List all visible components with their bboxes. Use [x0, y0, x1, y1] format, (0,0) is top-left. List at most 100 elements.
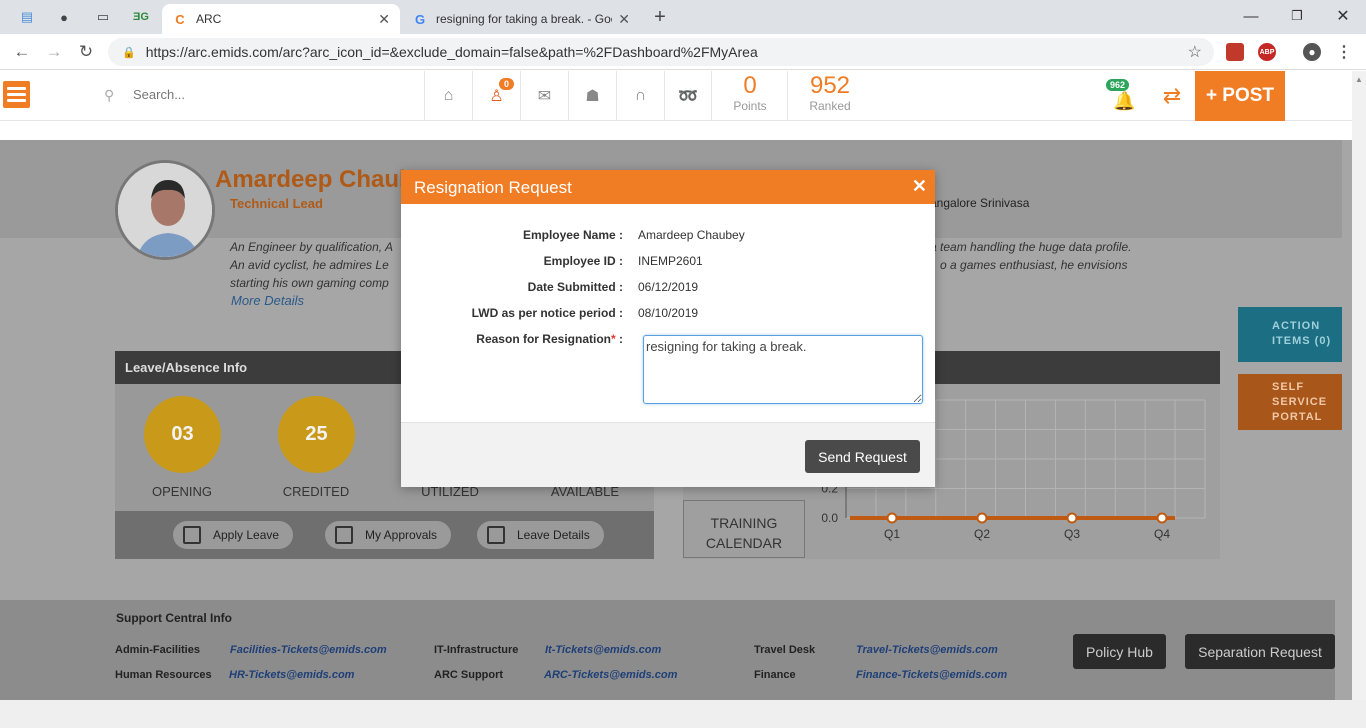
restore-icon[interactable]: ❐: [1274, 4, 1320, 28]
arc-link[interactable]: ARC-Tickets@emids.com: [544, 669, 677, 681]
leave-details-button[interactable]: Leave Details: [477, 521, 604, 549]
reason-colon: :: [615, 332, 623, 346]
ranked-value: 952: [809, 72, 851, 99]
team-icon[interactable]: ☗: [568, 71, 616, 121]
training-calendar-button[interactable]: TRAINING CALENDAR: [683, 500, 805, 558]
notifications-user-icon[interactable]: ♙ 0: [472, 71, 520, 121]
home-icon[interactable]: ⌂: [424, 71, 472, 121]
admin-facilities-link[interactable]: Facilities-Tickets@emids.com: [230, 644, 387, 656]
more-details-link[interactable]: More Details: [231, 293, 304, 308]
action-items-line2: ITEMS (0): [1272, 335, 1332, 347]
date-submitted-label: Date Submitted :: [527, 280, 623, 294]
url-text: https://arc.emids.com/arc?arc_icon_id=&e…: [145, 44, 758, 60]
bell-icon: 🔔: [1113, 91, 1136, 111]
manager-name: angalore Srinivasa: [930, 196, 1030, 210]
calendar-icon: [335, 526, 353, 544]
finance-label: Finance: [754, 669, 796, 681]
training-line2: CALENDAR: [705, 535, 783, 551]
browser-tab-strip: ▤ ● ▭ ƎG C ARC ✕ G resigning for taking …: [0, 0, 1366, 34]
ranked-label: Ranked: [809, 99, 851, 113]
apply-leave-button[interactable]: Apply Leave: [173, 521, 294, 549]
opening-label: OPENING: [152, 484, 212, 499]
data-point: [1066, 512, 1078, 524]
travel-link[interactable]: Travel-Tickets@emids.com: [856, 644, 998, 656]
browser-toolbar: ← → ↻ 🔒 https://arc.emids.com/arc?arc_ic…: [0, 34, 1366, 70]
avatar: [115, 160, 215, 260]
bookmark-star-icon[interactable]: ☆: [1188, 42, 1202, 62]
bell-notifications[interactable]: 🔔 962: [1104, 79, 1140, 115]
tab-title: resigning for taking a break. - Goo: [436, 12, 612, 26]
employee-id-value: INEMP2601: [638, 254, 703, 268]
points-stat[interactable]: 0 Points: [720, 72, 780, 114]
finance-link[interactable]: Finance-Tickets@emids.com: [856, 669, 1007, 681]
scroll-up-arrow-icon[interactable]: ▲: [1355, 75, 1363, 84]
training-line1: TRAINING: [710, 515, 778, 531]
apply-leave-label: Apply Leave: [213, 528, 280, 542]
ranked-stat[interactable]: 952 Ranked: [795, 72, 865, 114]
opening-circle: 03: [144, 396, 221, 473]
tab-close-icon[interactable]: ✕: [378, 11, 390, 28]
it-link[interactable]: It-Tickets@emids.com: [545, 644, 661, 656]
search-icon: ⚲: [104, 87, 115, 103]
adblock-extension-icon[interactable]: ABP: [1258, 43, 1276, 61]
scrollbar[interactable]: ▲: [1352, 71, 1366, 700]
action-items-line1: ACTION: [1272, 320, 1321, 332]
pinned-tab-gg-icon[interactable]: ƎG: [130, 6, 152, 28]
post-button[interactable]: + POST: [1195, 71, 1285, 121]
address-bar[interactable]: 🔒 https://arc.emids.com/arc?arc_icon_id=…: [108, 38, 1214, 66]
modal-title: Resignation Request: [414, 178, 572, 197]
x-tick-label: Q2: [974, 527, 990, 541]
calendar-icon: [183, 526, 201, 544]
reason-label-text: Reason for Resignation: [476, 332, 611, 346]
browser-menu-icon[interactable]: ⋮: [1335, 43, 1353, 61]
send-request-button[interactable]: Send Request: [805, 440, 920, 473]
google-favicon-icon: G: [414, 11, 426, 27]
x-tick-label: Q1: [884, 527, 900, 541]
modal-header: Resignation Request ✕: [401, 170, 935, 204]
new-tab-button[interactable]: +: [649, 6, 671, 28]
credited-circle: 25: [278, 396, 355, 473]
profile-avatar-icon[interactable]: ●: [1303, 43, 1321, 61]
employee-name-value: Amardeep Chaubey: [638, 228, 745, 242]
forward-icon[interactable]: →: [42, 41, 66, 63]
app-header: ⚲ Search... ⌂ ♙ 0 ✉ ☗ ∩ ➿ 0 Points 952 Ra…: [0, 71, 1352, 121]
data-point: [886, 512, 898, 524]
tab-arc[interactable]: C ARC ✕: [162, 4, 400, 34]
feed-icon[interactable]: ➿: [664, 71, 712, 121]
page-bottom-strip: [0, 700, 1366, 728]
separation-request-button[interactable]: Separation Request: [1185, 634, 1335, 669]
credited-label: CREDITED: [282, 484, 350, 499]
pinned-tab-terminal-icon[interactable]: ▭: [92, 6, 114, 28]
reload-icon[interactable]: ↻: [74, 41, 98, 63]
pinned-tab-stack-icon[interactable]: ▤: [16, 6, 38, 28]
pinned-tab-github-icon[interactable]: ●: [53, 6, 75, 28]
action-items-tab[interactable]: ACTION ITEMS (0): [1238, 307, 1342, 362]
policy-hub-button[interactable]: Policy Hub: [1073, 634, 1166, 669]
hr-link[interactable]: HR-Tickets@emids.com: [229, 669, 354, 681]
data-point: [976, 512, 988, 524]
modal-close-icon[interactable]: ✕: [912, 176, 927, 197]
tab-google[interactable]: G resigning for taking a break. - Goo ✕: [402, 4, 640, 34]
support-headset-icon[interactable]: ∩: [616, 71, 664, 121]
points-value: 0: [743, 72, 757, 99]
y-tick-label: 0.0: [821, 511, 838, 525]
search-box[interactable]: ⚲ Search...: [104, 87, 185, 103]
swap-arrows-icon[interactable]: ⇄: [1150, 81, 1194, 111]
self-service-portal-tab[interactable]: SELF SERVICE PORTAL: [1238, 374, 1342, 430]
leave-details-label: Leave Details: [517, 528, 590, 542]
tab-title: ARC: [196, 12, 222, 26]
window-close-icon[interactable]: ✕: [1320, 4, 1366, 28]
bell-count-badge: 962: [1106, 79, 1130, 91]
reason-textarea[interactable]: resigning for taking a break.: [643, 335, 923, 404]
minimize-icon[interactable]: —: [1228, 4, 1274, 28]
tab-close-icon[interactable]: ✕: [618, 11, 630, 28]
back-icon[interactable]: ←: [10, 41, 34, 63]
bookmark-extension-icon[interactable]: [1226, 43, 1244, 61]
mail-icon[interactable]: ✉: [520, 71, 568, 121]
my-approvals-button[interactable]: My Approvals: [325, 521, 452, 549]
bio-line: An avid cyclist, he admires Le: [230, 258, 389, 272]
bio-line: starting his own gaming comp: [230, 276, 389, 290]
hamburger-menu-icon[interactable]: [3, 81, 30, 108]
it-infrastructure-label: IT-Infrastructure: [434, 644, 519, 656]
reason-label: Reason for Resignation* :: [476, 332, 623, 346]
